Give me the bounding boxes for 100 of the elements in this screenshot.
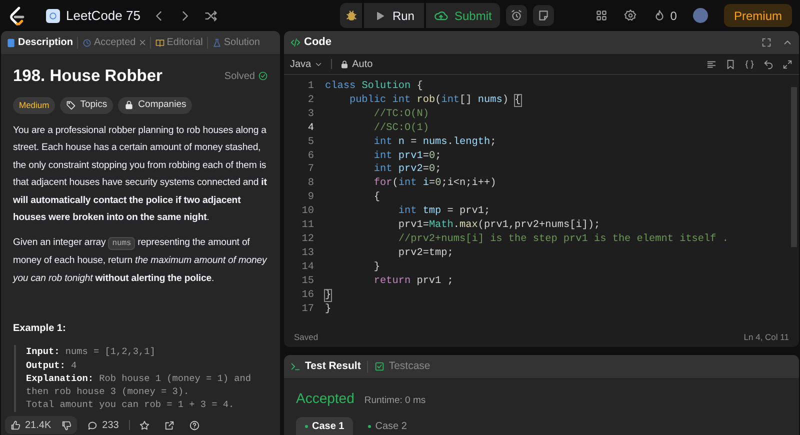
code-line: prv2=tmp; bbox=[397, 246, 454, 261]
example-title: Example 1: bbox=[13, 322, 67, 336]
example-line: then rob house 3 (money = 3). bbox=[26, 385, 190, 398]
line-number: 2 bbox=[306, 94, 314, 108]
timer-button[interactable] bbox=[506, 5, 527, 26]
settings-icon[interactable] bbox=[624, 9, 638, 22]
bug-icon bbox=[344, 9, 358, 22]
help-icon bbox=[188, 420, 200, 430]
scrollbar[interactable] bbox=[791, 87, 797, 247]
problem-title: 198. House Robber bbox=[13, 66, 162, 87]
mode-button[interactable]: Auto bbox=[340, 56, 373, 72]
format-icon[interactable] bbox=[706, 58, 717, 70]
premium-button[interactable]: Premium bbox=[724, 4, 792, 27]
line-number: 8 bbox=[306, 177, 314, 192]
cloud-upload-icon bbox=[434, 8, 448, 22]
panel-tab[interactable]: Editorial bbox=[154, 35, 204, 50]
check-circle-icon bbox=[258, 71, 268, 82]
code-line: //TC:O(N) bbox=[372, 108, 429, 122]
code-line: for(int i=0;i<n;i++) bbox=[372, 177, 496, 192]
verdict: Accepted bbox=[296, 389, 354, 408]
code-line: } bbox=[324, 302, 332, 316]
line-number: 3 bbox=[306, 108, 314, 122]
case-tab[interactable]: Case 1 bbox=[296, 417, 354, 435]
list-title[interactable]: LeetCode 75 bbox=[66, 6, 140, 26]
code-line: int prv2=0; bbox=[372, 163, 442, 178]
undo-icon[interactable] bbox=[763, 58, 774, 70]
tag-chip[interactable]: Topics bbox=[60, 96, 114, 114]
code-line: int tmp = prv1; bbox=[397, 205, 490, 220]
close-icon[interactable] bbox=[138, 38, 147, 47]
layout-grid-icon[interactable] bbox=[595, 9, 608, 22]
thumbs-down-icon bbox=[61, 420, 72, 430]
line-number: 13 bbox=[300, 246, 314, 261]
run-button[interactable]: Run bbox=[364, 3, 424, 28]
example-line: Input: nums = [1,2,3,1] bbox=[26, 345, 156, 359]
line-number: 5 bbox=[306, 136, 314, 150]
tag-icon bbox=[66, 100, 76, 110]
star-icon bbox=[138, 420, 150, 430]
line-number: 17 bbox=[300, 302, 314, 316]
bookmark-icon[interactable] bbox=[725, 58, 736, 70]
code-line: class Solution { bbox=[324, 80, 423, 94]
panel-tab[interactable]: Test Result bbox=[290, 358, 361, 374]
case-tab[interactable]: Case 2 bbox=[359, 417, 416, 435]
code-line: { bbox=[372, 191, 380, 206]
flame-icon[interactable] bbox=[653, 9, 666, 22]
code-line: } bbox=[372, 260, 380, 275]
language-dropdown[interactable]: Java bbox=[290, 56, 324, 72]
terminal-icon bbox=[290, 361, 301, 372]
book-icon bbox=[154, 38, 165, 48]
submit-button[interactable]: Submit bbox=[426, 3, 500, 28]
line-number: 12 bbox=[300, 232, 314, 247]
braces-icon[interactable] bbox=[744, 58, 755, 70]
play-icon bbox=[374, 10, 386, 22]
panel-title: Code bbox=[304, 35, 332, 50]
logo-icon[interactable] bbox=[8, 6, 26, 26]
example-line: Output: 4 bbox=[26, 358, 78, 372]
line-number: 11 bbox=[300, 219, 314, 233]
document-icon bbox=[6, 38, 16, 48]
line-number: 4 bbox=[306, 122, 314, 136]
speech-bubble-icon bbox=[87, 420, 98, 430]
panel-tab[interactable]: Solution bbox=[210, 35, 261, 50]
description-paragraph: You are a professional robber planning to rob houses along a street. Each house has a certain amount of money stashed, the only constraint stopping you from robbing each of them is that adjacent houses have security systems connected and it will automatically contact the police if two adjacent houses were broken into on the same night. bbox=[13, 124, 268, 226]
fullscreen-icon[interactable] bbox=[761, 37, 772, 48]
note-icon bbox=[536, 9, 550, 22]
expand-icon[interactable] bbox=[782, 58, 793, 70]
streak-count: 0 bbox=[670, 8, 677, 24]
line-number: 16 bbox=[300, 288, 314, 302]
code-line: int n = nums.length; bbox=[372, 136, 496, 150]
notes-button[interactable] bbox=[532, 5, 554, 26]
tag-chip[interactable]: Companies bbox=[118, 96, 192, 114]
code-line: int prv1=0; bbox=[372, 150, 442, 164]
save-status: Saved bbox=[294, 330, 318, 344]
line-number: 14 bbox=[300, 260, 314, 275]
solved-status: Solved bbox=[224, 70, 255, 84]
debug-button[interactable] bbox=[340, 3, 362, 28]
code-line: //prv2+nums[i] is the step prv1 is the elemnt itself . bbox=[397, 232, 728, 247]
checkbox-icon bbox=[374, 361, 385, 372]
clock-icon bbox=[82, 38, 92, 48]
example-line: Total amount you can rob = 1 + 3 = 4. bbox=[26, 398, 236, 412]
runtime: Runtime: 0 ms bbox=[364, 394, 426, 408]
flask-icon bbox=[212, 38, 222, 48]
example-line: Explanation: Rob house 1 (money = 1) and bbox=[26, 372, 252, 386]
code-icon bbox=[290, 37, 301, 48]
difficulty-badge: Medium bbox=[13, 96, 56, 114]
list-icon[interactable] bbox=[46, 8, 60, 22]
panel-tab[interactable]: Testcase bbox=[374, 358, 430, 374]
thumbs-up-icon bbox=[10, 420, 21, 430]
panel-tab[interactable]: Accepted bbox=[81, 35, 137, 50]
avatar[interactable] bbox=[692, 8, 708, 23]
alarm-clock-icon bbox=[510, 9, 523, 22]
line-number: 1 bbox=[306, 80, 314, 94]
code-line: return prv1 ; bbox=[372, 274, 454, 289]
shuffle-icon[interactable] bbox=[204, 8, 218, 22]
cursor-position: Ln 4, Col 11 bbox=[744, 330, 789, 344]
line-number: 9 bbox=[306, 191, 314, 206]
code-line: //SC:O(1) bbox=[372, 122, 429, 136]
comments-button[interactable]: 233 bbox=[81, 418, 125, 432]
lock-icon bbox=[340, 60, 350, 68]
line-number: 15 bbox=[300, 274, 314, 289]
line-number: 10 bbox=[300, 205, 314, 220]
panel-tab[interactable]: Description bbox=[5, 35, 74, 50]
